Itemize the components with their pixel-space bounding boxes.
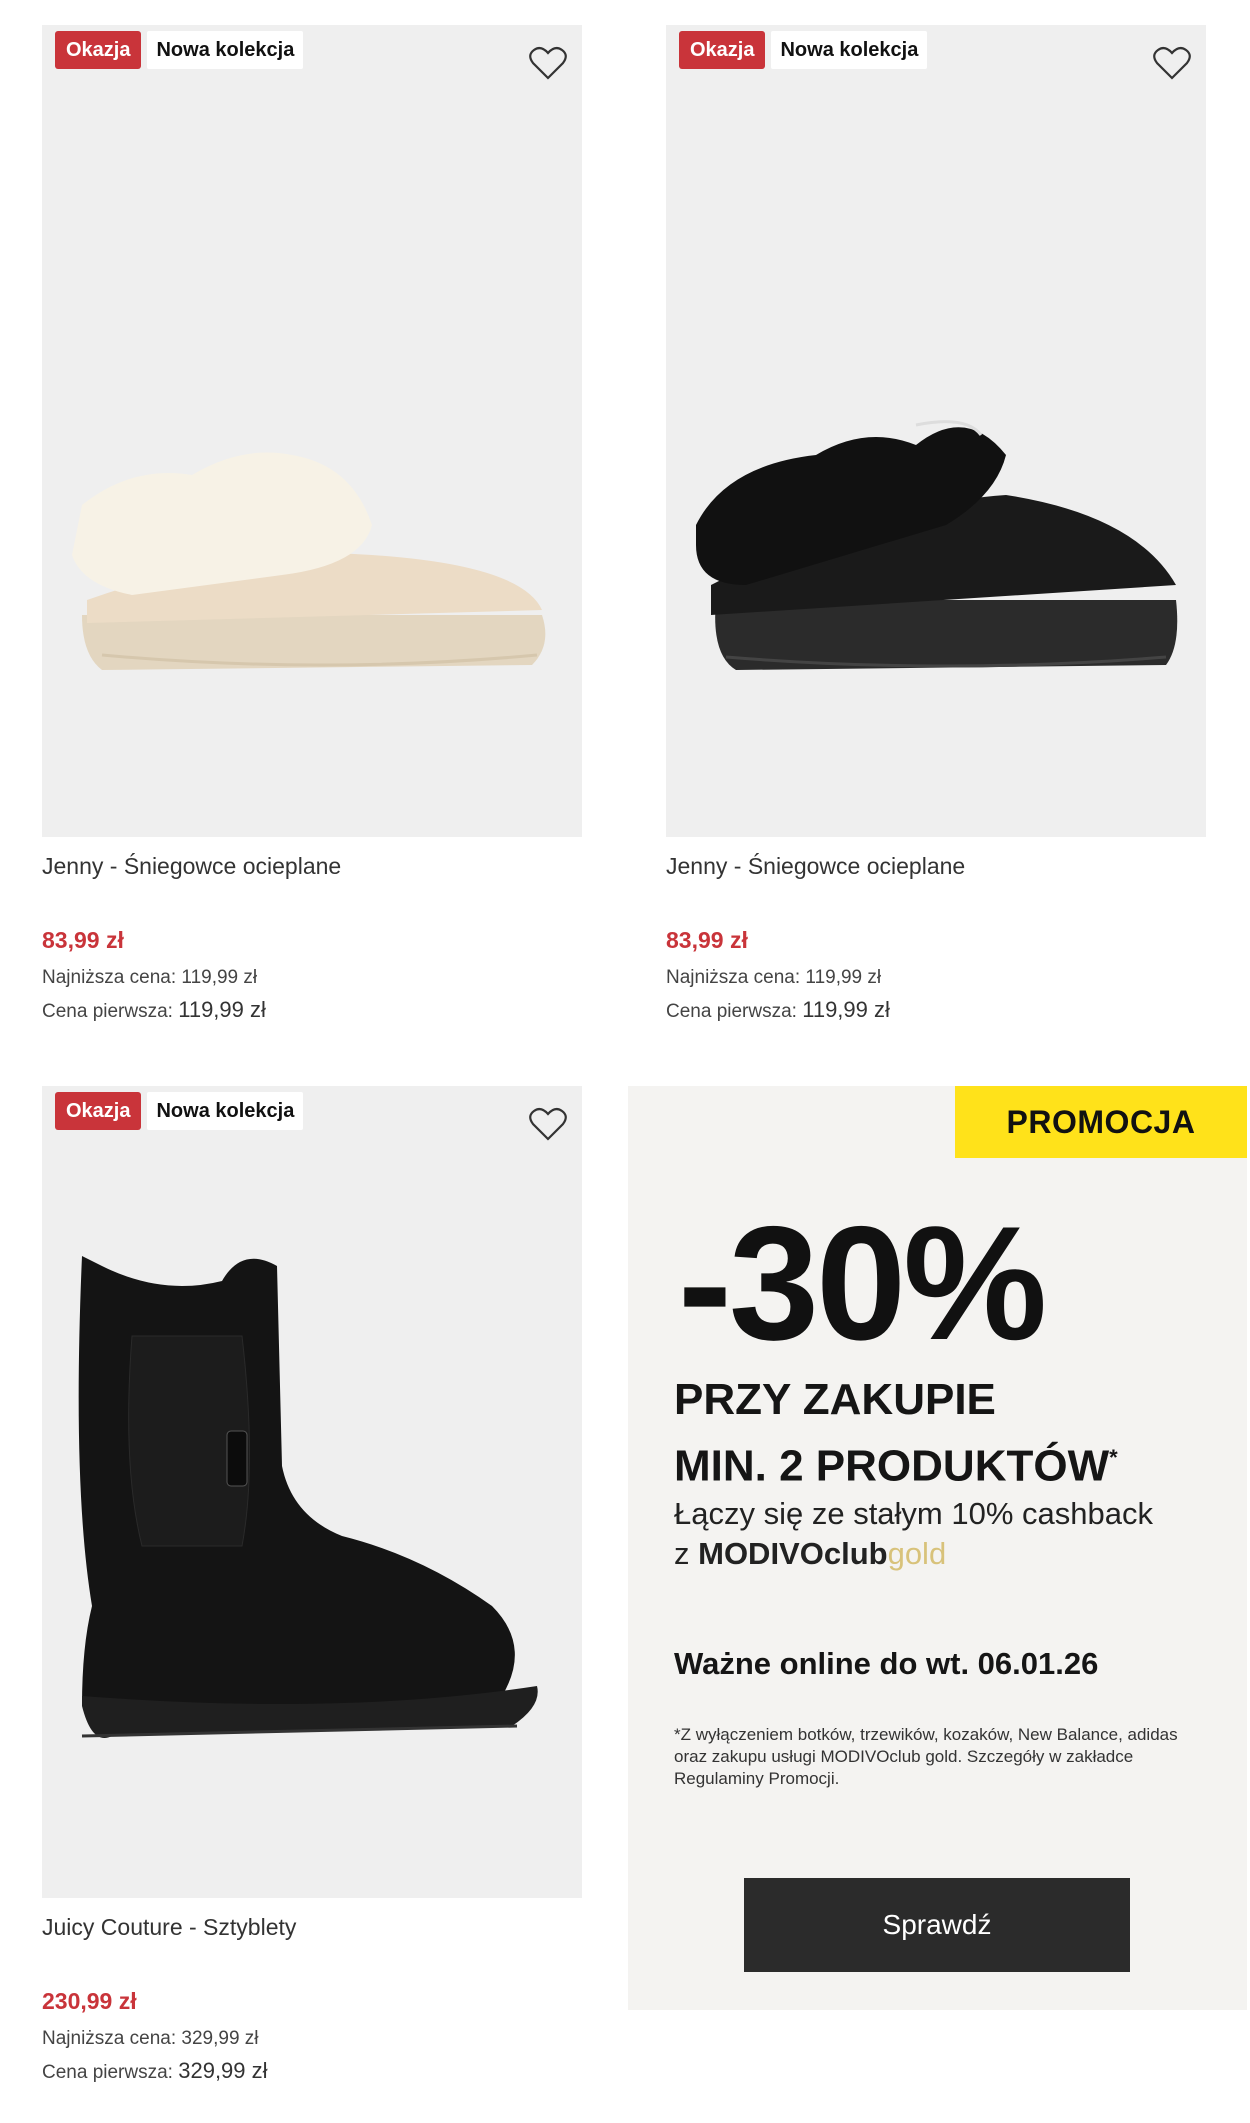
promo-validity: Ważne online do wt. 06.01.26 (674, 1646, 1099, 1681)
beige-fur-platform-slipper-image (72, 452, 546, 670)
lowest-price: Najniższa cena: 119,99 zł (666, 967, 881, 989)
promo-tag: PROMOCJA (955, 1086, 1247, 1158)
lowest-price-value: 329,99 zł (181, 2028, 259, 2049)
first-price: Cena pierwsza: 119,99 zł (42, 997, 266, 1023)
new-collection-badge: Nowa kolekcja (147, 1092, 304, 1130)
black-fur-platform-slipper-image (696, 420, 1178, 670)
lowest-price: Najniższa cena: 119,99 zł (42, 967, 257, 989)
promo-banner[interactable]: PROMOCJA -30% PRZY ZAKUPIE MIN. 2 PRODUK… (628, 1086, 1247, 2010)
first-price-value: 329,99 zł (178, 2058, 268, 2083)
product-image[interactable]: Okazja Nowa kolekcja (42, 25, 582, 837)
cashback-info: Łączy się ze stałym 10% cashback z MODIV… (674, 1494, 1153, 1574)
new-collection-badge: Nowa kolekcja (147, 31, 304, 69)
product-card[interactable]: Okazja Nowa kolekcja Juicy Couture - Szt… (40, 1086, 582, 2086)
promo-headline-line1: PRZY ZAKUPIE (674, 1375, 996, 1424)
first-price-label: Cena pierwsza: (42, 2062, 173, 2083)
product-image[interactable]: Okazja Nowa kolekcja (666, 25, 1206, 837)
first-price: Cena pierwsza: 119,99 zł (666, 997, 890, 1023)
promo-fine-print: *Z wyłączeniem botków, trzewików, kozakó… (674, 1725, 1178, 1788)
heart-icon[interactable] (528, 1106, 568, 1142)
product-price: 230,99 zł (42, 1988, 137, 2014)
product-price: 83,99 zł (666, 927, 748, 953)
first-price-value: 119,99 zł (802, 997, 890, 1022)
product-price: 83,99 zł (42, 927, 124, 953)
badges: Okazja Nowa kolekcja (55, 31, 304, 69)
check-button[interactable]: Sprawdź (744, 1878, 1130, 1972)
lowest-price-value: 119,99 zł (805, 967, 882, 988)
first-price-label: Cena pierwsza: (666, 1001, 797, 1022)
new-collection-badge: Nowa kolekcja (771, 31, 928, 69)
first-price-value: 119,99 zł (178, 997, 266, 1022)
lowest-price-label: Najniższa cena: (42, 2028, 177, 2049)
first-price-label: Cena pierwsza: (42, 1001, 173, 1022)
cashback-prefix: z (674, 1536, 690, 1571)
lowest-price: Najniższa cena: 329,99 zł (42, 2028, 259, 2050)
club-logo-tier: gold (887, 1536, 947, 1571)
promo-headline-line2: MIN. 2 PRODUKTÓW (674, 1441, 1110, 1491)
badges: Okazja Nowa kolekcja (55, 1092, 304, 1130)
discount-value: -30% (678, 1193, 1047, 1374)
product-image[interactable]: Okazja Nowa kolekcja (42, 1086, 582, 1898)
heart-icon[interactable] (528, 45, 568, 81)
heart-icon[interactable] (1152, 45, 1192, 81)
black-chelsea-boot-image (78, 1256, 538, 1738)
sale-badge: Okazja (679, 31, 766, 69)
product-card[interactable]: Okazja Nowa kolekcja Jenny - Śniegowce o… (664, 25, 1206, 1025)
product-name[interactable]: Jenny - Śniegowce ocieplane (42, 853, 341, 880)
badges: Okazja Nowa kolekcja (679, 31, 928, 69)
promo-headline-mark: * (1109, 1445, 1118, 1470)
sale-badge: Okazja (55, 1092, 142, 1130)
sale-badge: Okazja (55, 31, 142, 69)
lowest-price-label: Najniższa cena: (42, 967, 177, 988)
product-card[interactable]: Okazja Nowa kolekcja Jenny - Śniegowce o… (40, 25, 582, 1025)
lowest-price-label: Najniższa cena: (666, 967, 801, 988)
product-name[interactable]: Jenny - Śniegowce ocieplane (666, 853, 965, 880)
club-logo-name: MODIVOclub (698, 1536, 888, 1571)
promo-headline: PRZY ZAKUPIE MIN. 2 PRODUKTÓW* (674, 1371, 1118, 1496)
first-price: Cena pierwsza: 329,99 zł (42, 2058, 268, 2084)
cashback-line1: Łączy się ze stałym 10% cashback (674, 1496, 1153, 1531)
product-name[interactable]: Juicy Couture - Sztyblety (42, 1914, 296, 1941)
lowest-price-value: 119,99 zł (181, 967, 258, 988)
